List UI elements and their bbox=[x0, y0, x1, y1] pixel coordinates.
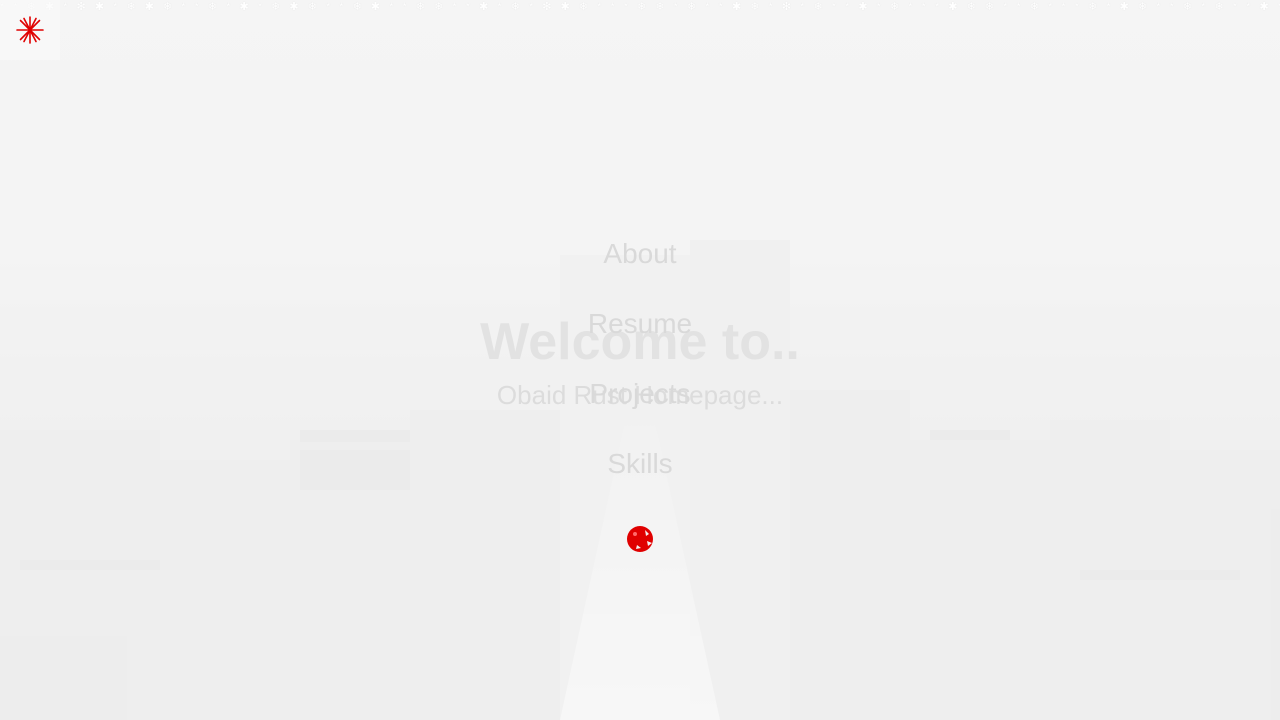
snowflake-icon bbox=[16, 16, 44, 44]
nav-link-skills[interactable]: Skills bbox=[0, 448, 1280, 480]
nav-link-about[interactable]: About bbox=[0, 238, 1280, 270]
menu-toggle-button[interactable] bbox=[0, 0, 60, 60]
nav-link-resume[interactable]: Resume bbox=[0, 308, 1280, 340]
red-ornament-icon bbox=[627, 526, 653, 552]
nav-link-projects[interactable]: Projects bbox=[0, 378, 1280, 410]
snowfall-strip: * * ❄ ✱ * ✻ ✱ * ❄ ✱ ❄ * * ❄ * ✱ * ❄ ✱ ❄ … bbox=[0, 1, 1280, 13]
close-menu-button[interactable] bbox=[625, 524, 655, 554]
